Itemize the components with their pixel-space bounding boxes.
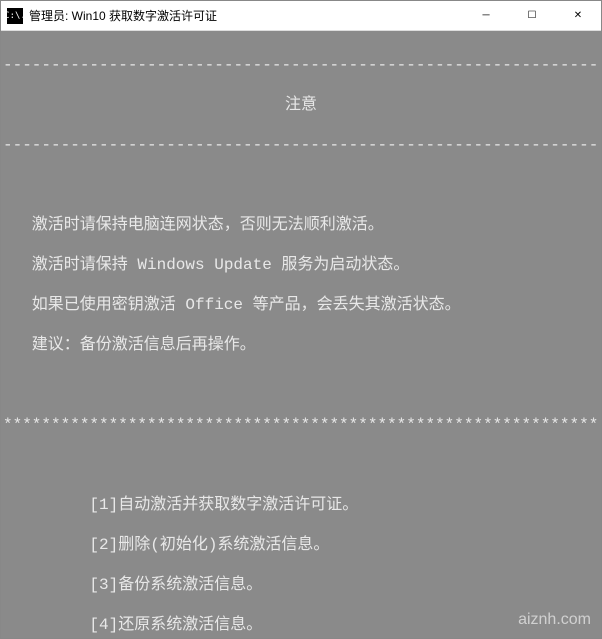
blank-line — [3, 175, 599, 195]
maximize-button[interactable]: ☐ — [509, 1, 555, 30]
menu-item-1: [1]自动激活并获取数字激活许可证。 — [3, 495, 599, 515]
window-controls: ─ ☐ ✕ — [463, 1, 601, 30]
blank-line — [3, 455, 599, 475]
console-body[interactable]: ----------------------------------------… — [1, 31, 601, 638]
menu-item-4: [4]还原系统激活信息。 — [3, 615, 599, 635]
star-divider-1: ****************************************… — [3, 415, 599, 435]
notice-line-2: 激活时请保持 Windows Update 服务为启动状态。 — [3, 255, 599, 275]
close-button[interactable]: ✕ — [555, 1, 601, 30]
console-window: C:\. 管理员: Win10 获取数字激活许可证 ─ ☐ ✕ --------… — [0, 0, 602, 639]
menu-item-2: [2]删除(初始化)系统激活信息。 — [3, 535, 599, 555]
minimize-button[interactable]: ─ — [463, 1, 509, 30]
titlebar-left: C:\. 管理员: Win10 获取数字激活许可证 — [1, 7, 217, 24]
notice-line-1: 激活时请保持电脑连网状态，否则无法顺利激活。 — [3, 215, 599, 235]
watermark: aiznh.com — [518, 610, 591, 630]
notice-line-4: 建议：备份激活信息后再操作。 — [3, 335, 599, 355]
notice-line-3: 如果已使用密钥激活 Office 等产品，会丢失其激活状态。 — [3, 295, 599, 315]
divider-top: ----------------------------------------… — [3, 55, 599, 75]
blank-line — [3, 375, 599, 395]
cmd-icon: C:\. — [7, 8, 23, 24]
menu-item-3: [3]备份系统激活信息。 — [3, 575, 599, 595]
window-title: 管理员: Win10 获取数字激活许可证 — [29, 7, 217, 24]
titlebar: C:\. 管理员: Win10 获取数字激活许可证 ─ ☐ ✕ — [1, 1, 601, 31]
divider-2: ----------------------------------------… — [3, 135, 599, 155]
notice-header: 注意 — [3, 95, 599, 115]
